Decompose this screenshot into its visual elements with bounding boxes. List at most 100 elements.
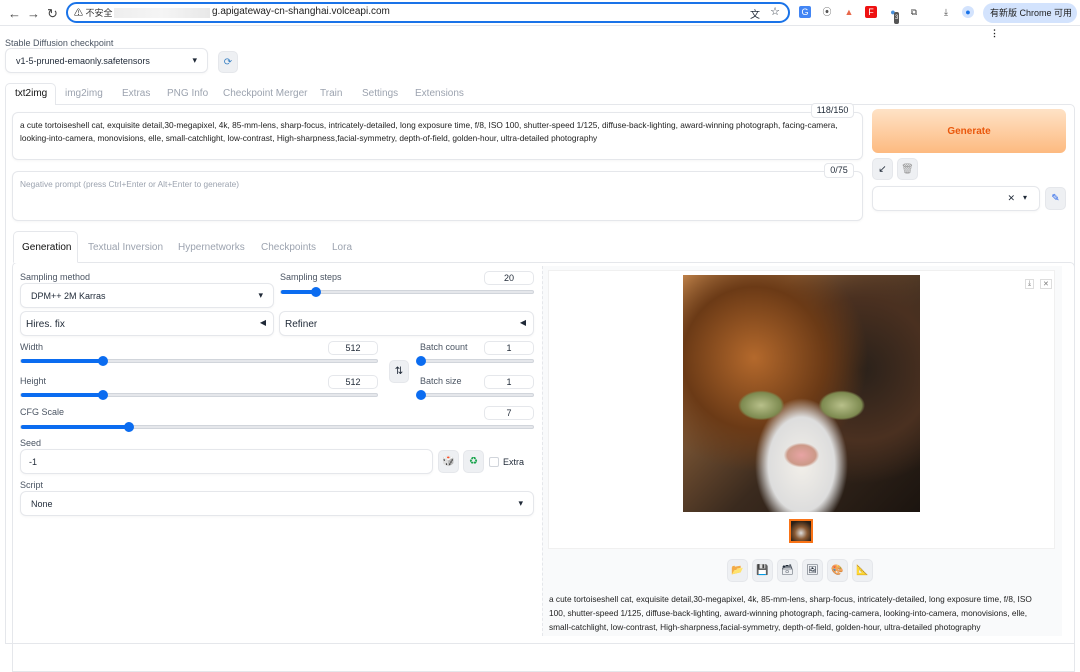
profile-icon[interactable]: ● xyxy=(962,6,974,18)
extra-label: Extra xyxy=(503,457,525,467)
extension-icon[interactable]: ● 3 xyxy=(887,6,900,24)
prompt-textarea[interactable]: a cute tortoiseshell cat, exquisite deta… xyxy=(12,112,863,160)
dice-icon: 🎲 xyxy=(442,456,455,467)
sampling-steps-slider[interactable] xyxy=(280,287,534,297)
reload-icon[interactable]: ↻ xyxy=(47,6,58,22)
forward-icon[interactable]: → xyxy=(27,6,40,21)
checkpoint-dropdown[interactable]: v1-5-pruned-emaonly.safetensors ▾ xyxy=(5,48,208,73)
slider-fill xyxy=(21,425,129,429)
save-button[interactable]: 💾 xyxy=(752,559,773,582)
clear-prompt-button[interactable]: 🗑 xyxy=(897,158,918,180)
edit-styles-button[interactable]: ✎ xyxy=(1045,187,1066,210)
download-icon[interactable]: ⤓ xyxy=(940,6,952,18)
batch-size-input[interactable]: 1 xyxy=(484,375,534,389)
collapse-arrow-icon: ◀ xyxy=(519,318,526,327)
swap-dimensions-button[interactable]: ⇅ xyxy=(389,360,409,383)
chrome-update-button[interactable]: 有新版 Chrome 可用 ⋮ xyxy=(983,3,1077,38)
batch-size-slider[interactable] xyxy=(416,390,534,400)
redacted-url xyxy=(114,8,210,18)
send-to-inpaint-button[interactable]: 🎨 xyxy=(827,559,848,582)
generate-button[interactable]: Generate xyxy=(872,109,1066,153)
slider-thumb[interactable] xyxy=(123,422,134,432)
cfg-scale-label: CFG Scale xyxy=(20,407,65,417)
extra-checkbox[interactable] xyxy=(489,457,499,467)
batch-count-input[interactable]: 1 xyxy=(484,341,534,355)
slider-thumb[interactable] xyxy=(416,356,426,366)
gallery-thumbnail[interactable] xyxy=(789,519,813,543)
tab-extras[interactable]: Extras xyxy=(122,88,150,99)
tab-train[interactable]: Train xyxy=(320,88,342,99)
tab-generation[interactable]: Generation xyxy=(22,242,71,253)
batch-count-label: Batch count xyxy=(420,342,468,352)
styles-dropdown[interactable]: ✕ ▾ xyxy=(872,186,1040,211)
extension-icon[interactable]: ▲ xyxy=(843,6,855,18)
width-input[interactable]: 512 xyxy=(328,341,378,355)
slider-fill xyxy=(21,359,103,363)
width-label: Width xyxy=(20,342,44,352)
generated-cat-image[interactable] xyxy=(683,275,920,512)
batch-count-slider[interactable] xyxy=(416,356,534,366)
floppy-disk-icon: 💾 xyxy=(756,565,769,576)
tab-textual-inversion[interactable]: Textual Inversion xyxy=(88,242,163,253)
batch-size-label: Batch size xyxy=(420,376,462,386)
translate-extension-icon[interactable]: G xyxy=(799,6,811,18)
clear-icon[interactable]: ✕ xyxy=(1007,193,1015,204)
reuse-seed-button[interactable]: ♻ xyxy=(463,450,484,473)
cfg-scale-slider[interactable] xyxy=(20,422,534,432)
recycle-icon: ♻ xyxy=(469,456,478,467)
script-dropdown[interactable]: None ▾ xyxy=(20,491,534,516)
tab-img2img[interactable]: img2img xyxy=(65,88,103,99)
random-seed-button[interactable]: 🎲 xyxy=(438,450,459,473)
sampling-method-label: Sampling method xyxy=(20,272,91,282)
seed-label: Seed xyxy=(20,438,42,448)
slider-thumb[interactable] xyxy=(97,390,108,400)
zip-button[interactable]: 🗃 xyxy=(777,559,798,582)
refiner-accordion[interactable]: Refiner ◀ xyxy=(279,311,534,336)
send-to-img2img-button[interactable]: 🖼 xyxy=(802,559,823,582)
hires-fix-accordion[interactable]: Hires. fix ◀ xyxy=(20,311,274,336)
cfg-scale-input[interactable]: 7 xyxy=(484,406,534,420)
back-icon[interactable]: ← xyxy=(8,6,21,21)
slider-thumb[interactable] xyxy=(416,390,426,400)
address-bar[interactable]: ⚠ 不安全 g.apigateway-cn-shanghai.volceapi.… xyxy=(66,2,790,23)
slider-thumb[interactable] xyxy=(97,356,108,366)
open-folder-button[interactable]: 📂 xyxy=(727,559,748,582)
refresh-checkpoint-button[interactable]: ⟳ xyxy=(218,51,238,73)
read-params-button[interactable]: ↙ xyxy=(872,158,893,180)
tab-png-info[interactable]: PNG Info xyxy=(167,88,208,99)
seed-input[interactable]: -1 xyxy=(20,449,433,474)
chevron-down-icon: ▾ xyxy=(192,55,197,65)
swap-arrows-icon: ⇅ xyxy=(394,366,404,377)
puzzle-icon[interactable]: ⧉ xyxy=(908,6,920,18)
arrow-down-left-icon: ↙ xyxy=(878,163,887,175)
negative-prompt-textarea[interactable]: Negative prompt (press Ctrl+Enter or Alt… xyxy=(12,171,863,221)
extension-icon[interactable]: F xyxy=(865,6,877,18)
chevron-down-icon: ▾ xyxy=(518,498,523,508)
bookmark-star-icon[interactable]: ☆ xyxy=(770,5,780,18)
width-slider[interactable] xyxy=(20,356,378,366)
height-label: Height xyxy=(20,376,47,386)
tab-settings[interactable]: Settings xyxy=(362,88,398,99)
height-slider[interactable] xyxy=(20,390,378,400)
tab-lora[interactable]: Lora xyxy=(332,242,352,253)
tab-extensions[interactable]: Extensions xyxy=(415,88,464,99)
close-image-icon[interactable]: ✕ xyxy=(1040,279,1052,289)
collapse-arrow-icon: ◀ xyxy=(259,318,266,327)
tab-hypernetworks[interactable]: Hypernetworks xyxy=(178,242,245,253)
send-to-extras-button[interactable]: 📐 xyxy=(852,559,873,582)
checkpoint-label: Stable Diffusion checkpoint xyxy=(5,38,114,48)
translate-icon[interactable]: ⽂ xyxy=(750,6,760,21)
sampling-method-dropdown[interactable]: DPM++ 2M Karras ▾ xyxy=(20,283,274,308)
negative-token-counter: 0/75 xyxy=(824,163,854,178)
sampling-steps-input[interactable]: 20 xyxy=(484,271,534,285)
url-host: g.apigateway-cn-shanghai.volceapi.com xyxy=(212,6,390,17)
height-input[interactable]: 512 xyxy=(328,375,378,389)
folder-icon: 📂 xyxy=(731,565,744,576)
chevron-down-icon: ▾ xyxy=(258,290,263,300)
sampling-steps-label: Sampling steps xyxy=(280,272,342,282)
tab-txt2img[interactable]: txt2img xyxy=(15,88,47,99)
download-image-icon[interactable]: ⤓ xyxy=(1025,279,1035,289)
tab-checkpoints[interactable]: Checkpoints xyxy=(261,242,316,253)
extension-icon[interactable]: ⦿ xyxy=(821,6,833,18)
tab-checkpoint-merger[interactable]: Checkpoint Merger xyxy=(223,88,307,99)
